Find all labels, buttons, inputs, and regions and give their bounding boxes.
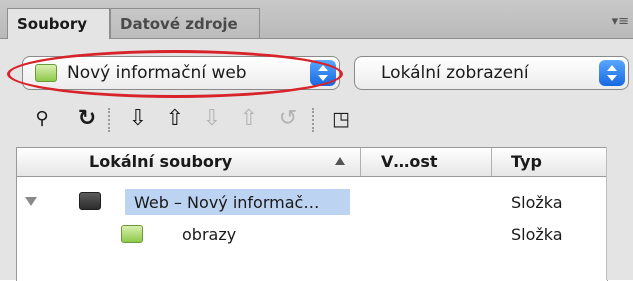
tab-datove-zdroje[interactable]: Datové zdroje (110, 8, 260, 38)
put-files-icon[interactable]: ⇧ (162, 105, 188, 133)
expand-icon[interactable]: ◳ (328, 105, 354, 133)
get-files-icon[interactable]: ⇩ (125, 105, 151, 133)
panel-tab-bar: Soubory Datové zdroje ▾≡ (0, 0, 633, 39)
column-divider[interactable] (491, 148, 492, 176)
file-list-header: Lokální soubory V…ost Typ (17, 148, 607, 177)
folder-icon (121, 225, 143, 243)
list-item[interactable]: obrazy Složka (17, 220, 607, 250)
tab-soubory[interactable]: Soubory (7, 8, 110, 39)
files-panel: Soubory Datové zdroje ▾≡ Nový informační… (0, 0, 633, 281)
list-item[interactable]: Web – Nový informač… Složka (17, 188, 607, 218)
view-select[interactable]: Lokální zobrazení (354, 56, 629, 90)
view-select-value: Lokální zobrazení (381, 63, 529, 83)
annotation-highlight-ring (7, 50, 343, 98)
column-header-type[interactable]: Typ (511, 152, 542, 171)
check-out-icon: ⇩ (202, 106, 222, 131)
list-item-type: Složka (511, 225, 563, 244)
disclosure-triangle-icon[interactable] (25, 197, 37, 206)
vertical-scrollbar[interactable] (606, 147, 633, 280)
column-header-size[interactable]: V…ost (381, 152, 438, 171)
synchronize-icon: ↺ (278, 106, 298, 131)
refresh-icon[interactable]: ↻ (74, 105, 100, 133)
list-item-type: Složka (511, 193, 563, 212)
site-root-folder-icon (79, 192, 101, 210)
column-divider[interactable] (360, 148, 361, 176)
list-item-name: Web – Nový informač… (134, 193, 320, 212)
column-header-name[interactable]: Lokální soubory (89, 152, 232, 171)
panel-menu-icon[interactable]: ▾≡ (612, 14, 629, 29)
connect-icon[interactable]: ⚲ (29, 105, 55, 133)
toolbar-separator (312, 108, 314, 132)
sort-ascending-icon[interactable] (335, 157, 345, 165)
list-item-name: obrazy (182, 225, 237, 244)
toolbar-separator (108, 108, 110, 132)
file-list: Lokální soubory V…ost Typ Web – Nový inf… (16, 147, 608, 281)
view-select-stepper-icon[interactable] (599, 60, 625, 86)
check-in-icon: ⇧ (239, 106, 259, 131)
